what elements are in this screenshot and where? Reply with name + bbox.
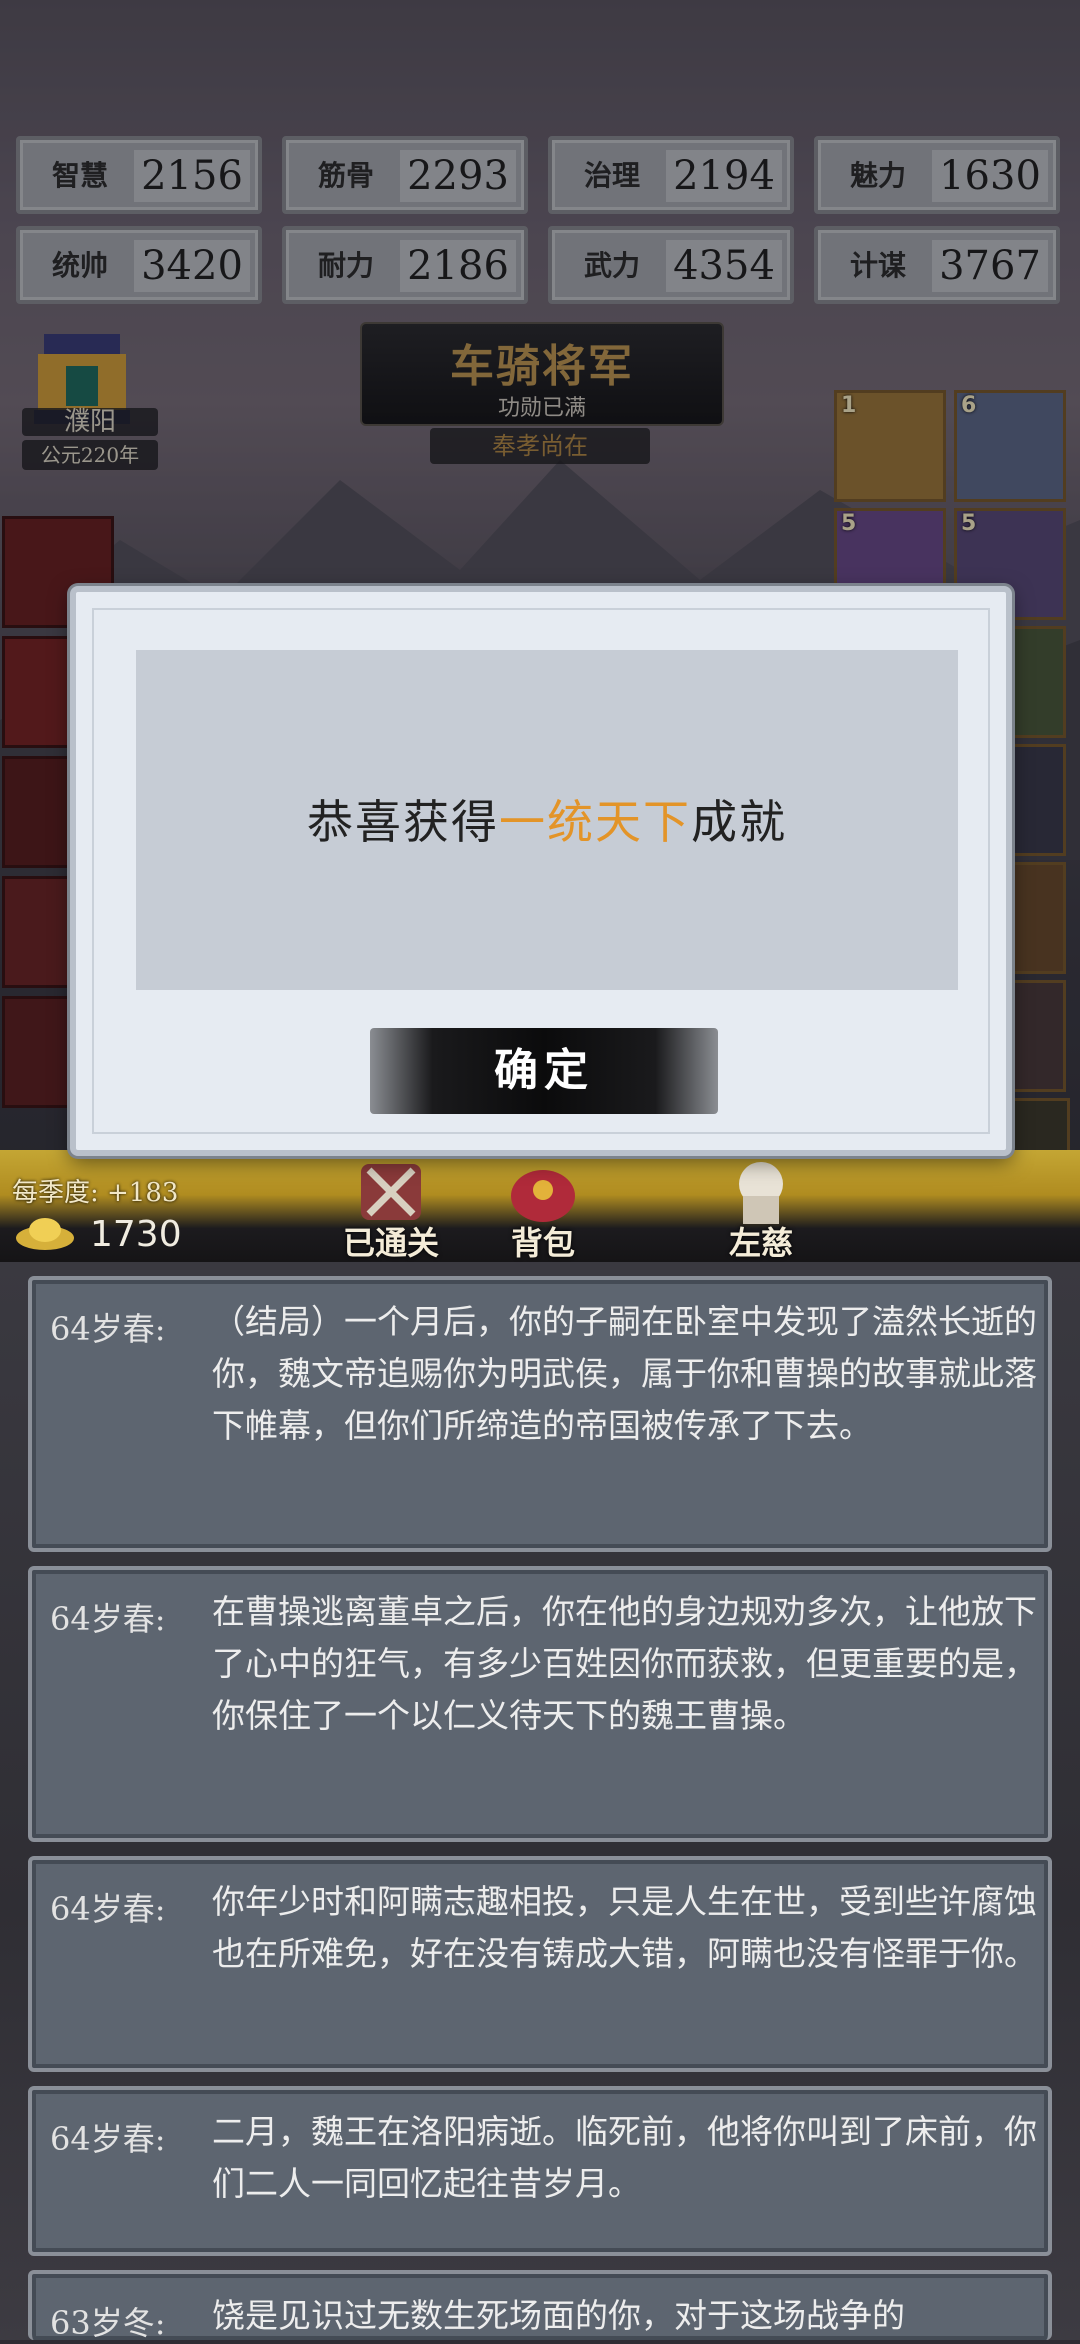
- log-age: 64岁春:: [50, 2120, 166, 2158]
- gold-ingot-icon: [16, 1218, 74, 1250]
- season-bonus: 每季度: +183: [12, 1178, 179, 1208]
- log-age: 64岁春:: [50, 1890, 166, 1928]
- log-text: 二月，魏王在洛阳病逝。临死前，他将你叫到了床前，你们二人一同回忆起往昔岁月。: [212, 2112, 1037, 2203]
- sage-icon: [739, 1162, 783, 1224]
- log-entry: 64岁春: （结局）一个月后，你的子嗣在卧室中发现了溘然长逝的你，魏文帝追赐你为…: [28, 1276, 1052, 1552]
- message-box: 恭喜获得一统天下成就: [136, 650, 958, 990]
- log-text: 饶是见识过无数生死场面的你，对于这场战争的: [212, 2296, 905, 2335]
- log-text: 你年少时和阿瞒志趣相投，只是人生在世，受到些许腐蚀也在所难免，好在没有铸成大错，…: [212, 1882, 1037, 1973]
- bag-icon: [511, 1170, 575, 1222]
- crossed-swords-icon: [361, 1164, 421, 1220]
- cleared-label: 已通关: [342, 1224, 439, 1262]
- bag-label: 背包: [510, 1224, 575, 1262]
- log-age: 64岁春:: [50, 1600, 166, 1638]
- confirm-button[interactable]: 确定: [370, 1028, 718, 1114]
- achievement-message: 恭喜获得一统天下成就: [136, 786, 958, 852]
- log-age: 64岁春:: [50, 1310, 166, 1348]
- achievement-name: 一统天下: [499, 795, 691, 849]
- log-text: 在曹操逃离董卓之后，你在他的身边规劝多次，让他放下了心中的狂气，有多少百姓因你而…: [212, 1592, 1037, 1735]
- zuoci-button[interactable]: 左慈: [696, 1156, 826, 1262]
- log-entry: 63岁冬: 饶是见识过无数生死场面的你，对于这场战争的: [28, 2270, 1052, 2342]
- bag-button[interactable]: 背包: [478, 1156, 608, 1262]
- log-text: （结局）一个月后，你的子嗣在卧室中发现了溘然长逝的你，魏文帝追赐你为明武侯，属于…: [212, 1302, 1037, 1445]
- log-age: 63岁冬:: [50, 2304, 166, 2342]
- log-entry: 64岁春: 在曹操逃离董卓之后，你在他的身边规劝多次，让他放下了心中的狂气，有多…: [28, 1566, 1052, 1842]
- cleared-button[interactable]: 已通关: [326, 1156, 456, 1262]
- log-entry: 64岁春: 二月，魏王在洛阳病逝。临死前，他将你叫到了床前，你们二人一同回忆起往…: [28, 2086, 1052, 2256]
- zuoci-label: 左慈: [728, 1224, 793, 1262]
- log-entry: 64岁春: 你年少时和阿瞒志趣相投，只是人生在世，受到些许腐蚀也在所难免，好在没…: [28, 1856, 1052, 2072]
- message-prefix: 恭喜获得: [307, 795, 499, 849]
- gold-amount: 1730: [90, 1214, 182, 1255]
- message-suffix: 成就: [691, 795, 787, 849]
- achievement-dialog: 恭喜获得一统天下成就 确定: [70, 586, 1012, 1156]
